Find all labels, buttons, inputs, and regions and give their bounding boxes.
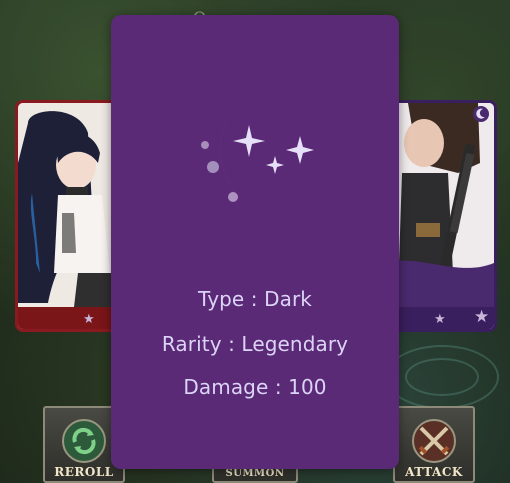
- type-value: Dark: [264, 287, 312, 311]
- rarity-star-icon: ★: [434, 312, 446, 327]
- damage-value: 100: [288, 375, 327, 399]
- type-label: Type: [198, 287, 245, 311]
- element-info-card[interactable]: Type : Dark Rarity : Legendary Damage : …: [111, 15, 399, 469]
- reroll-icon: [62, 419, 106, 463]
- water-ripple: [405, 358, 479, 396]
- damage-separator: :: [268, 375, 289, 399]
- element-damage-line: Damage : 100: [111, 375, 399, 399]
- character-portrait-left: [18, 103, 124, 307]
- element-type-line: Type : Dark: [111, 287, 399, 311]
- character-card-right[interactable]: ★ ★: [385, 100, 497, 332]
- rarity-value: Legendary: [241, 332, 349, 356]
- type-separator: :: [244, 287, 265, 311]
- rarity-label: Rarity: [161, 332, 222, 356]
- attack-button-label: ATTACK: [405, 465, 463, 479]
- rarity-star-icon: ★: [83, 312, 95, 327]
- card-footer-left: ★: [18, 307, 124, 329]
- attack-button[interactable]: ATTACK: [393, 406, 475, 483]
- rarity-separator: :: [221, 332, 242, 356]
- rarity-star-icon: ★: [474, 307, 490, 327]
- element-rarity-line: Rarity : Legendary: [111, 332, 399, 356]
- card-footer-right: ★ ★: [388, 307, 494, 329]
- summon-button-label: SUMMON: [225, 468, 285, 479]
- crossed-swords-icon: [412, 419, 456, 463]
- moon-badge-icon: [473, 106, 489, 122]
- damage-label: Damage: [183, 375, 269, 399]
- character-portrait-right: [388, 103, 494, 307]
- reroll-button-label: REROLL: [54, 465, 114, 479]
- crescent-moon-with-sparkles-icon: [201, 89, 326, 220]
